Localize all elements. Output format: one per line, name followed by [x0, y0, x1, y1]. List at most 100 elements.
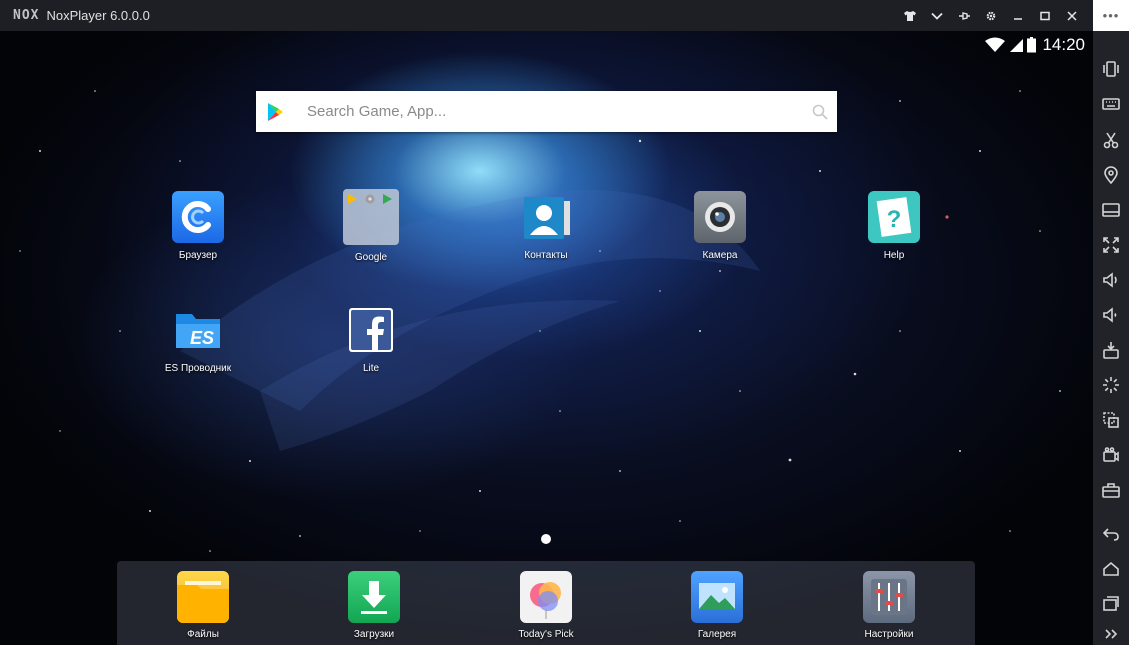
app-label: Браузер [178, 250, 218, 261]
more-button[interactable]: ••• [1093, 0, 1129, 31]
volume-up-icon [1103, 272, 1117, 288]
expand-button[interactable] [1093, 621, 1129, 645]
window-title: NoxPlayer 6.0.0.0 [46, 8, 150, 23]
screenshot-button[interactable] [1093, 127, 1129, 153]
loading-icon [1103, 377, 1119, 393]
camera-icon [694, 191, 746, 243]
browser-icon [172, 191, 224, 243]
app-browser[interactable]: Браузер [148, 191, 248, 261]
shake-icon [1103, 61, 1119, 77]
recents-icon [1103, 596, 1119, 611]
files-icon [177, 571, 229, 623]
app-label: ES Проводник [164, 363, 232, 374]
app-label: Google [354, 252, 388, 263]
close-button[interactable] [1058, 0, 1085, 31]
right-toolbar: ••• [1093, 0, 1129, 645]
app-label: Контакты [524, 250, 568, 261]
android-screen[interactable]: 14:20 Search Game, App... Браузер Google… [0, 31, 1093, 645]
title-bar: NOX NoxPlayer 6.0.0.0 [0, 0, 1093, 31]
keyboard-icon [1102, 98, 1120, 110]
facebook-icon [349, 308, 393, 352]
pin-button[interactable] [950, 0, 977, 31]
maximize-icon [1039, 11, 1050, 20]
dock-todays-pick[interactable]: Today's Pick [496, 571, 596, 640]
app-label: Галерея [697, 629, 737, 640]
app-camera[interactable]: Камера [670, 191, 770, 261]
dock-gallery[interactable]: Галерея [667, 571, 767, 640]
search-bar[interactable]: Search Game, App... [256, 91, 837, 132]
home-icon [1103, 561, 1119, 576]
search-input[interactable]: Search Game, App... [307, 103, 811, 120]
gear-icon [986, 11, 995, 20]
nox-logo: NOX [13, 8, 40, 23]
app-label: Камера [702, 250, 738, 261]
app-label: Lite [362, 363, 380, 374]
menu-button[interactable] [923, 0, 950, 31]
minimize-icon [1013, 17, 1022, 20]
location-button[interactable] [1093, 162, 1129, 188]
app-es-explorer[interactable]: ES ES Проводник [148, 304, 248, 374]
recents-button[interactable] [1093, 591, 1129, 617]
close-icon [1066, 10, 1077, 21]
toolbox-button[interactable] [1093, 477, 1129, 503]
app-label: Настройки [864, 629, 914, 640]
downloads-icon [348, 571, 400, 623]
app-label: Загрузки [353, 629, 395, 640]
toolbox-icon [1102, 483, 1120, 498]
screen-icon [1102, 203, 1120, 217]
pin-icon [958, 11, 970, 20]
skin-button[interactable] [896, 0, 923, 31]
chevron-down-icon [930, 12, 943, 20]
es-explorer-icon: ES [172, 304, 224, 356]
app-label: Help [883, 250, 905, 261]
expand-icon [1105, 629, 1118, 639]
scissors-icon [1103, 132, 1119, 149]
volume-down-icon [1103, 307, 1117, 323]
location-icon [1104, 166, 1118, 184]
dock-files[interactable]: Файлы [153, 571, 253, 640]
apk-icon [1103, 342, 1119, 359]
fullscreen-button[interactable] [1093, 232, 1129, 258]
loading-button[interactable] [1093, 372, 1129, 398]
record-icon [1103, 447, 1119, 462]
todays-pick-icon [520, 571, 572, 623]
battery-icon [1027, 37, 1037, 53]
screen-button[interactable] [1093, 197, 1129, 223]
multi-instance-icon [1103, 412, 1119, 428]
gallery-icon [691, 571, 743, 623]
nox-window: NOX NoxPlayer 6.0.0.0 14:20 Search Game,… [0, 0, 1129, 645]
apk-button[interactable] [1093, 337, 1129, 363]
signal-icon [1010, 39, 1024, 52]
app-label: Today's Pick [518, 629, 574, 640]
shirt-icon [903, 10, 916, 21]
settings-button[interactable] [977, 0, 1004, 31]
multi-instance-button[interactable] [1093, 407, 1129, 433]
app-contacts[interactable]: Контакты [496, 191, 596, 261]
volume-down-button[interactable] [1093, 302, 1129, 328]
back-icon [1102, 528, 1119, 541]
svg-text:ES: ES [190, 328, 214, 348]
app-label: Файлы [187, 629, 219, 640]
keyboard-button[interactable] [1093, 91, 1129, 117]
maximize-button[interactable] [1031, 0, 1058, 31]
help-icon: ? [868, 191, 920, 243]
back-button[interactable] [1093, 521, 1129, 547]
record-button[interactable] [1093, 442, 1129, 468]
dock-downloads[interactable]: Загрузки [324, 571, 424, 640]
contacts-icon [520, 191, 572, 243]
home-button[interactable] [1093, 556, 1129, 582]
status-bar: 14:20 [981, 35, 1085, 55]
dock-settings[interactable]: Настройки [839, 571, 939, 640]
svg-text:?: ? [887, 206, 902, 233]
app-help[interactable]: ? Help [844, 191, 944, 261]
wifi-icon [985, 37, 1006, 52]
window-controls [896, 0, 1085, 31]
app-facebook-lite[interactable]: Lite [321, 304, 421, 374]
minimize-button[interactable] [1004, 0, 1031, 31]
shake-button[interactable] [1093, 56, 1129, 82]
volume-up-button[interactable] [1093, 267, 1129, 293]
search-icon[interactable] [811, 103, 829, 121]
settings-icon [863, 571, 915, 623]
fullscreen-icon [1103, 237, 1119, 253]
app-google[interactable]: Google [321, 189, 421, 263]
